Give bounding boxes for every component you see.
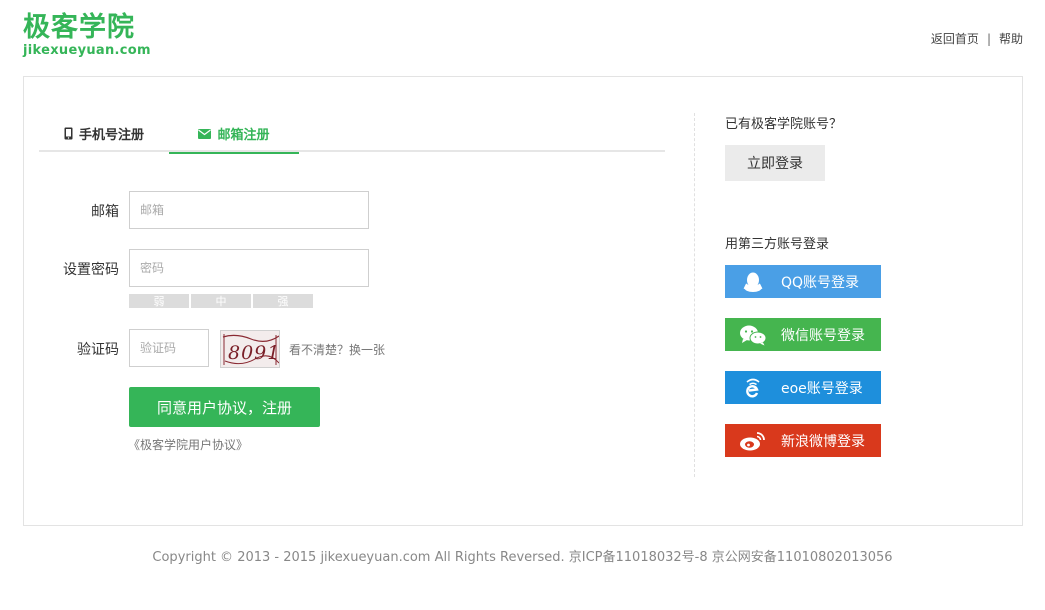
eoe-icon <box>725 376 781 400</box>
mobile-phone-icon <box>64 127 73 140</box>
qq-login-button[interactable]: QQ账号登录 <box>725 265 881 298</box>
wechat-icon <box>725 324 781 346</box>
logo-chinese-text: 极客学院 <box>23 12 135 43</box>
link-separator: | <box>986 32 991 46</box>
refresh-captcha-link[interactable]: 看不清楚？换一张 <box>289 341 385 358</box>
wechat-login-label: 微信账号登录 <box>781 327 865 344</box>
help-link[interactable]: 帮助 <box>999 32 1023 46</box>
weibo-login-button[interactable]: 新浪微博登录 <box>725 424 881 457</box>
envelope-icon <box>198 128 212 139</box>
eoe-login-button[interactable]: eoe账号登录 <box>725 371 881 404</box>
login-now-button[interactable]: 立即登录 <box>725 145 825 181</box>
tab-phone-label: 手机号注册 <box>78 128 144 143</box>
strength-strong: 强 <box>253 294 313 308</box>
agree-register-button[interactable]: 同意用户协议，注册 <box>129 387 320 427</box>
site-logo[interactable]: 极客学院 jikexueyuan.com <box>23 12 151 58</box>
password-strength-meter: 弱 中 强 <box>129 294 313 308</box>
qq-login-label: QQ账号登录 <box>781 274 860 291</box>
tab-email-label: 邮箱注册 <box>217 128 270 143</box>
qq-penguin-icon <box>725 271 781 293</box>
password-input[interactable] <box>129 249 369 287</box>
logo-domain-text: jikexueyuan.com <box>23 43 151 58</box>
password-label: 设置密码 <box>63 262 119 278</box>
eoe-login-label: eoe账号登录 <box>781 380 863 397</box>
footer-copyright: Copyright © 2013 - 2015 jikexueyuan.com … <box>152 550 893 565</box>
weibo-login-label: 新浪微博登录 <box>781 433 865 450</box>
captcha-label: 验证码 <box>77 342 119 358</box>
third-party-label: 用第三方账号登录 <box>725 237 830 252</box>
tab-email-register[interactable]: 邮箱注册 <box>169 115 299 154</box>
strength-medium: 中 <box>191 294 251 308</box>
top-links: 返回首页 | 帮助 <box>931 30 1023 47</box>
user-agreement-link[interactable]: 《极客学院用户协议》 <box>128 436 248 453</box>
has-account-text: 已有极客学院账号？ <box>725 117 843 132</box>
captcha-input[interactable] <box>129 329 209 367</box>
email-input[interactable] <box>129 191 369 229</box>
wechat-login-button[interactable]: 微信账号登录 <box>725 318 881 351</box>
strength-weak: 弱 <box>129 294 189 308</box>
tab-phone-register[interactable]: 手机号注册 <box>39 115 169 152</box>
vertical-divider <box>694 113 695 477</box>
weibo-icon <box>725 430 781 452</box>
email-label: 邮箱 <box>91 204 119 220</box>
home-link[interactable]: 返回首页 <box>931 32 979 46</box>
register-tabs: 手机号注册 邮箱注册 <box>39 115 665 154</box>
register-panel: 手机号注册 邮箱注册 邮箱 设置密码 弱 中 强 验证码 8091 看不清楚？换… <box>23 76 1023 526</box>
captcha-image[interactable]: 8091 <box>220 330 280 368</box>
captcha-text: 8091 <box>228 342 280 364</box>
